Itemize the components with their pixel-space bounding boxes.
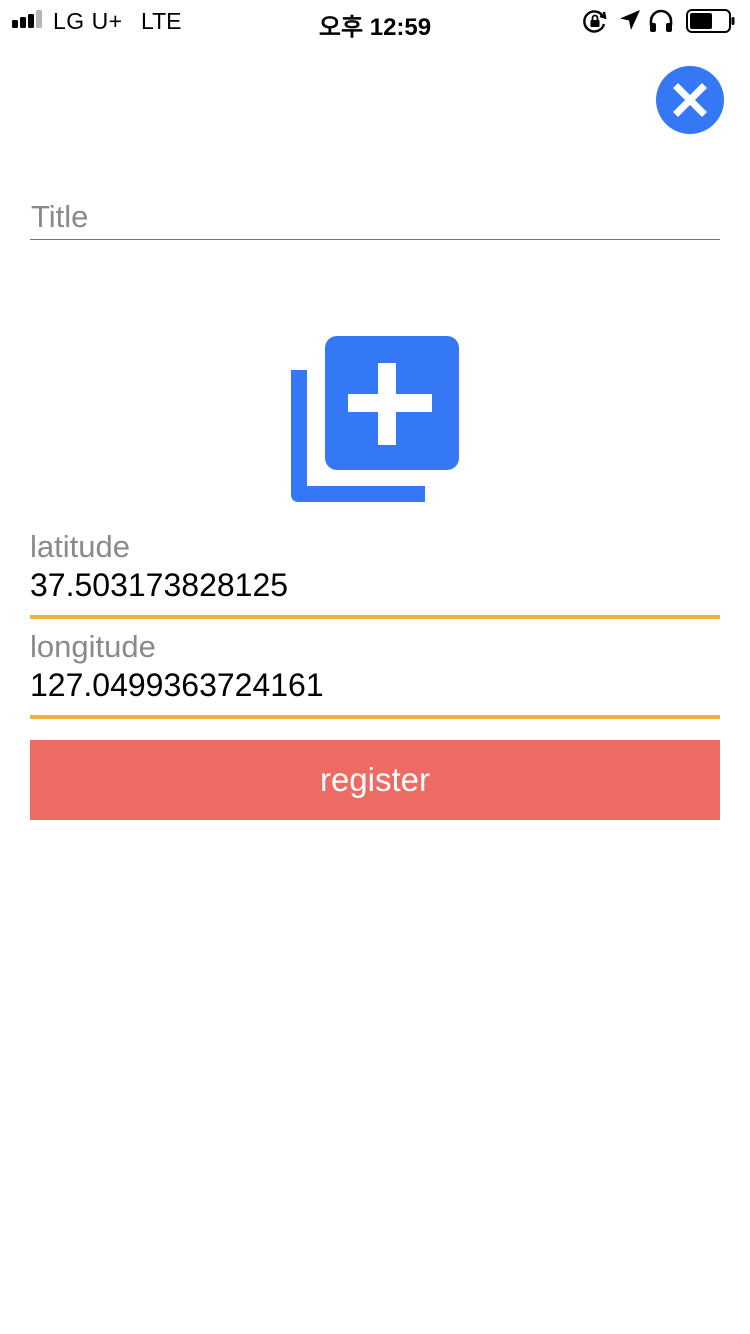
- longitude-label: longitude: [30, 629, 156, 664]
- latitude-field[interactable]: latitude 37.503173828125: [30, 529, 720, 619]
- location-icon: [620, 10, 640, 30]
- status-bar: LG U+ LTE 오후 12:59: [0, 0, 750, 41]
- latitude-value[interactable]: 37.503173828125: [30, 566, 720, 604]
- add-photo-icon[interactable]: [290, 335, 460, 505]
- headphones-icon: [649, 9, 673, 32]
- longitude-underline: [30, 715, 720, 719]
- close-icon: [673, 83, 707, 117]
- longitude-value[interactable]: 127.0499363724161: [30, 666, 720, 704]
- latitude-label: latitude: [30, 529, 130, 564]
- rotation-lock-icon: [583, 10, 607, 33]
- latitude-underline: [30, 615, 720, 619]
- longitude-field[interactable]: longitude 127.0499363724161: [30, 629, 720, 719]
- close-button[interactable]: [656, 66, 724, 134]
- battery-icon: [686, 9, 735, 33]
- register-button[interactable]: register: [30, 740, 720, 820]
- title-input[interactable]: [30, 196, 720, 240]
